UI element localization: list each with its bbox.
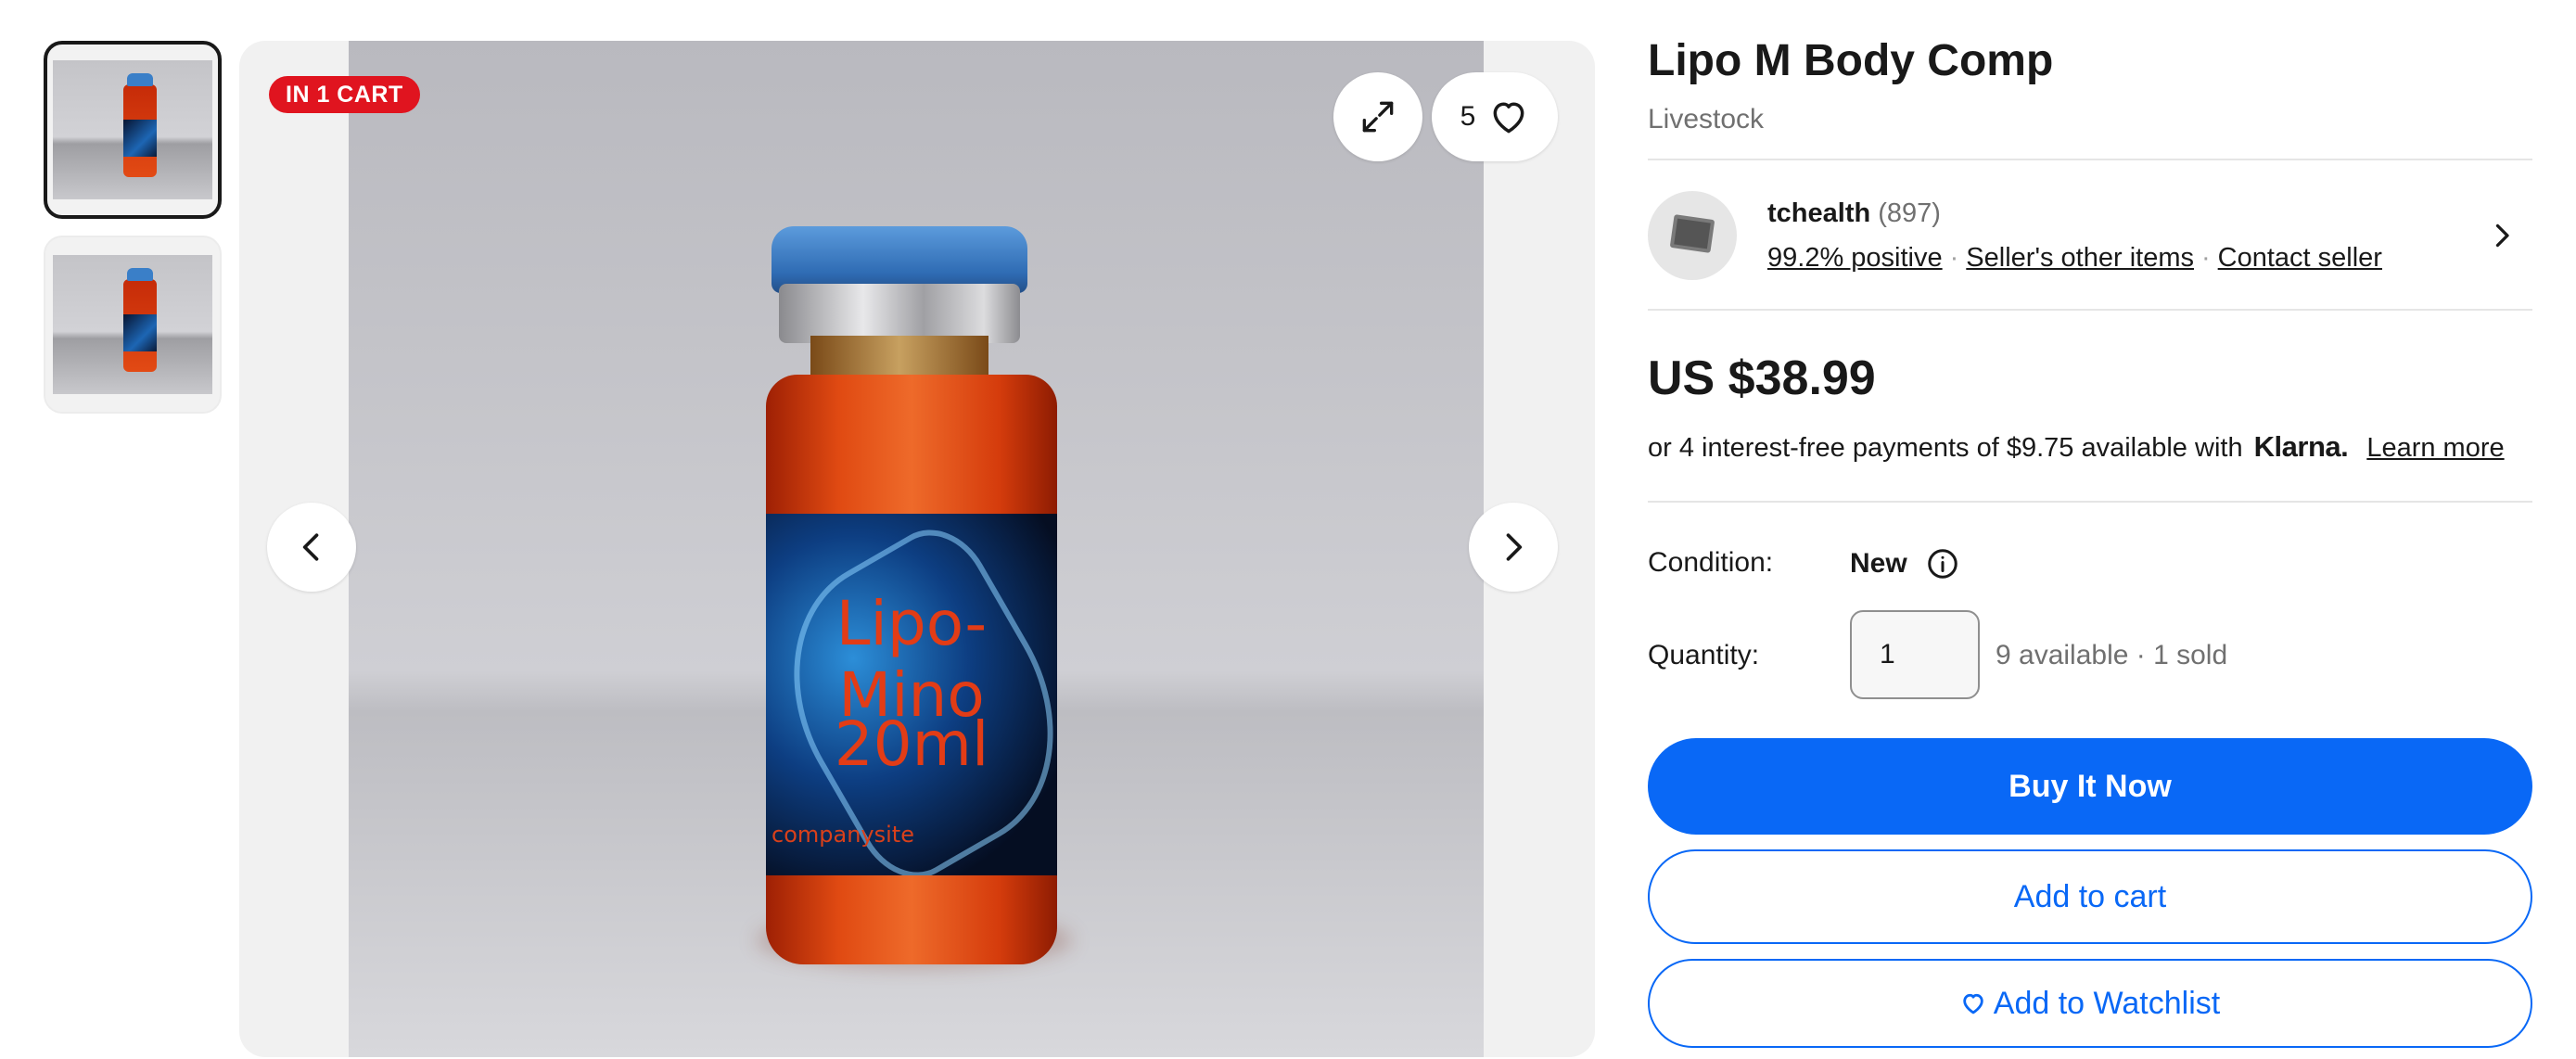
seller-links: 99.2% positive · Seller's other items · Cont… [1767,243,2382,273]
seller-username[interactable]: tchealth [1767,198,1870,228]
divider [1648,159,2532,160]
positive-feedback-link[interactable]: 99.2% positive [1767,243,1943,273]
thumbnail-2[interactable] [44,236,222,414]
buy-it-now-label: Buy It Now [2009,768,2172,804]
watch-count-button[interactable]: 5 [1432,72,1558,161]
next-image-button[interactable] [1469,503,1558,592]
buy-it-now-button[interactable]: Buy It Now [1648,738,2532,835]
thumbnail-image [53,255,212,394]
chevron-left-icon [302,533,319,561]
seller-other-items-link[interactable]: Seller's other items [1966,243,2194,273]
product-category: Livestock [1648,104,1765,134]
photo-placeholder-icon [1670,214,1715,253]
seller-chevron-right-icon[interactable] [2485,219,2519,252]
add-to-watchlist-button[interactable]: Add to Watchlist [1648,959,2532,1048]
thumbnail-image [53,60,212,199]
quantity-availability: 9 available · 1 sold [1996,640,2228,670]
klarna-text: or 4 interest-free payments of $9.75 ava… [1648,433,2243,463]
product-title: Lipo M Body Comp [1648,36,2054,85]
watch-count: 5 [1460,101,1476,132]
add-to-cart-button[interactable]: Add to cart [1648,849,2532,944]
product-image: Lipo-Mino 20ml companysite [349,41,1484,1057]
vial-label-volume: 20ml [834,708,989,780]
learn-more-link[interactable]: Learn more [2366,433,2504,463]
divider [1648,501,2532,503]
contact-seller-link[interactable]: Contact seller [2218,243,2382,273]
expand-button[interactable] [1333,72,1422,161]
heart-icon [1493,102,1524,134]
condition-value-row: New [1850,547,1959,581]
condition-value: New [1850,548,1907,579]
expand-icon [1362,101,1394,133]
in-cart-badge: IN 1 CART [269,76,420,113]
quantity-label: Quantity: [1648,640,1760,670]
condition-label: Condition: [1648,547,1774,578]
price: US $38.99 [1648,351,1876,405]
thumbnail-1[interactable] [44,41,222,219]
add-to-watchlist-label: Add to Watchlist [1993,985,2221,1021]
seller-feedback-count: (897) [1878,198,1941,228]
vial-label-site: companysite [772,822,914,848]
klarna-logo: Klarna. [2253,430,2349,463]
info-icon[interactable] [1926,547,1959,581]
previous-image-button[interactable] [267,503,356,592]
image-gallery: Lipo-Mino 20ml companysite IN 1 CART 5 [239,41,1595,1057]
seller-avatar[interactable] [1648,191,1737,280]
divider [1648,309,2532,311]
add-to-cart-label: Add to cart [2013,878,2167,914]
quantity-input[interactable] [1850,610,1980,699]
heart-icon [1963,993,1983,1014]
chevron-right-icon [1506,533,1523,561]
seller-name[interactable]: tchealth (897) [1767,198,1941,229]
klarna-financing: or 4 interest-free payments of $9.75 ava… [1648,430,2505,464]
